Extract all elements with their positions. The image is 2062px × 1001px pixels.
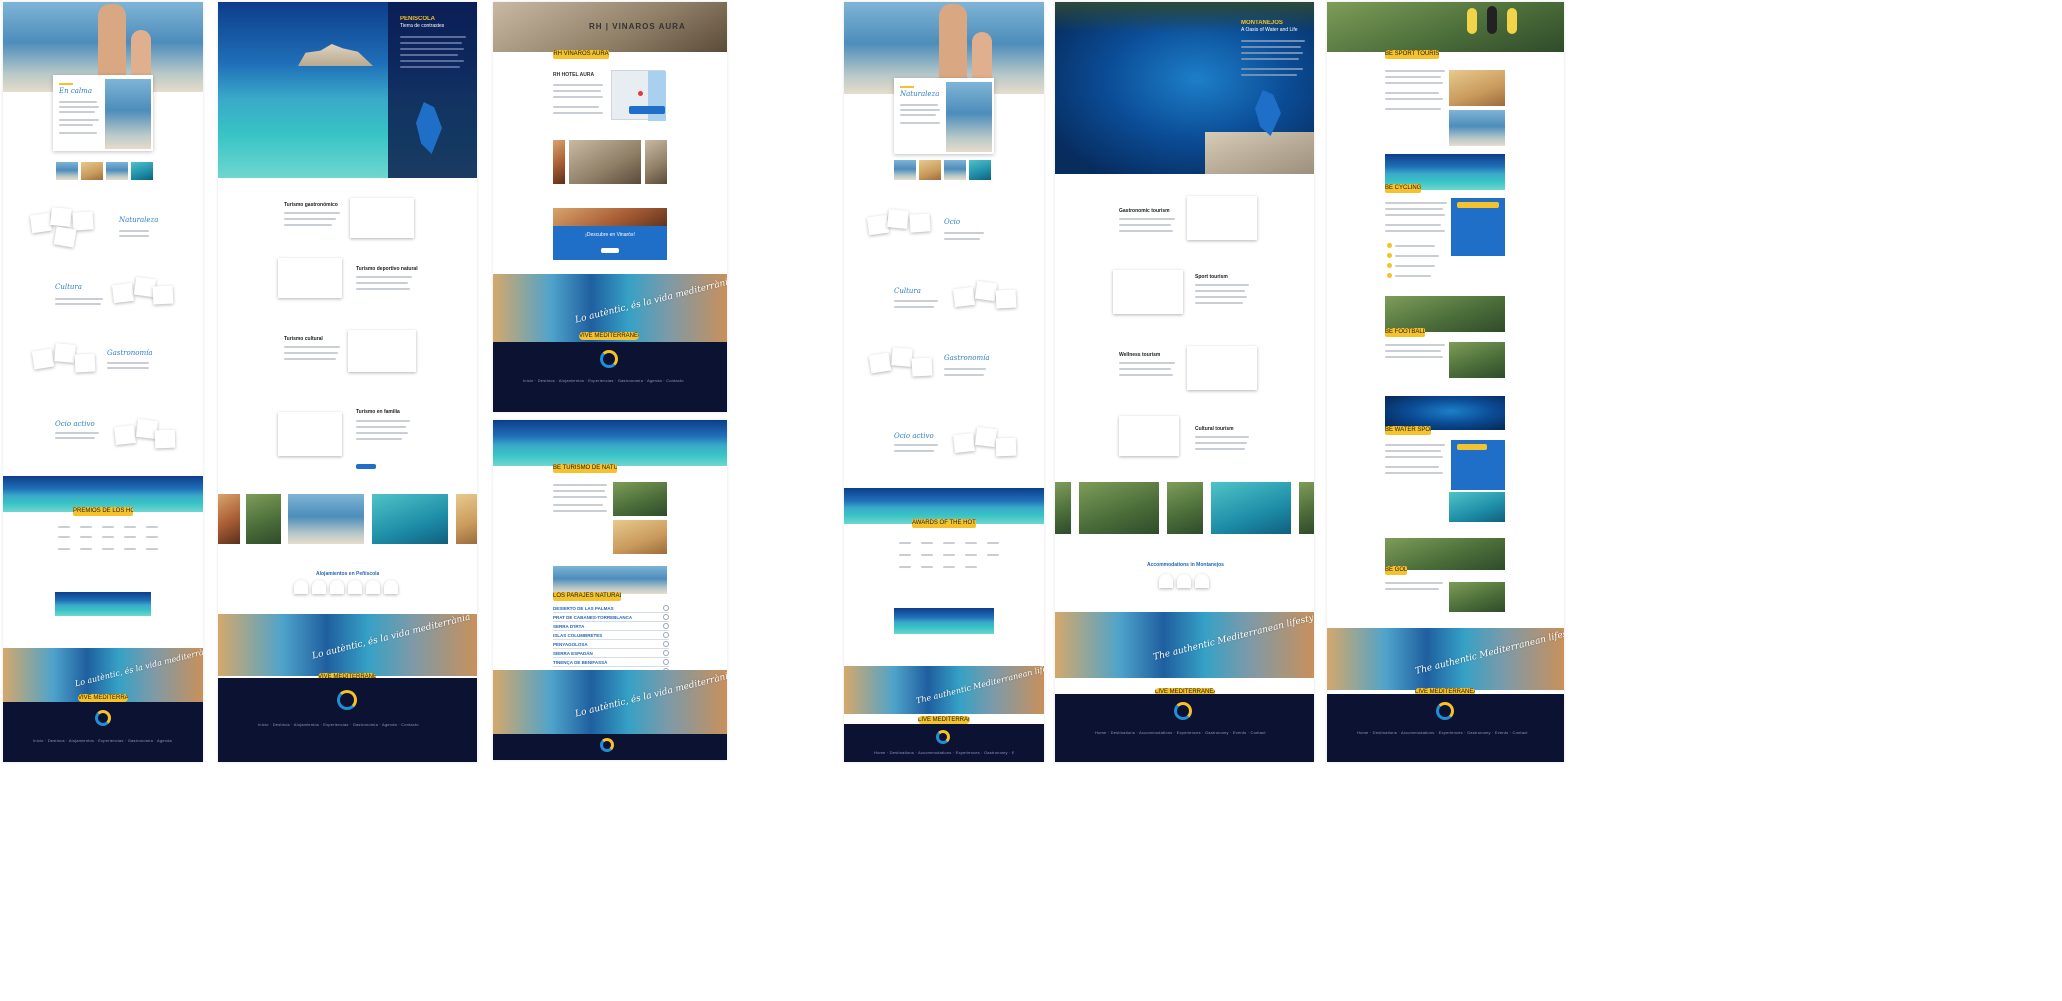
intro-card: En calma (53, 75, 153, 151)
montanejos-title: MONTANEJOS (1241, 20, 1283, 26)
nature-label: BE TURISMO DE NATURALEZA (553, 464, 617, 473)
hotel-banner-button[interactable]: VIVE MEDITERRÁNEO (579, 332, 639, 340)
hotel-sign: RH | VINAROS AURA (589, 22, 686, 31)
page-column-5: Naturaleza Ocio Cultura Gastronomía Ocio… (844, 2, 1044, 762)
page-column-1: En calma Naturaleza Cultura Gastronomía … (3, 2, 203, 762)
pen-culture-heading: Turismo cultural (284, 336, 323, 342)
accordion-row-5[interactable]: PENYAGOLOSA (553, 640, 669, 649)
hotel-label-button[interactable]: RH VINAROS AURA (553, 50, 609, 59)
accordion-row-7[interactable]: TINENÇA DE BENIFASSÀ (553, 658, 669, 667)
page-column-2: PEÑÍSCOLA Tierra de contrastes Turismo g… (218, 2, 477, 762)
mont-gastro-heading: Gastronomic tourism (1119, 208, 1170, 214)
gastro-title: Gastronomía (107, 349, 153, 357)
ebook-box: ¡Descubre en Vinaròs! (553, 226, 667, 260)
pen-sport-heading: Turismo deportivo natural (356, 266, 418, 272)
pen-banner-script: Lo autèntic, és la vida mediterrània (311, 614, 472, 662)
hotel-logo: RH HOTEL AURA (553, 72, 595, 78)
page-column-4: BE TURISMO DE NATURALEZA LOS PARAJES NAT… (493, 420, 727, 760)
page-column-6: MONTANEJOS A Oasis of Water and Life Gas… (1055, 2, 1314, 762)
awards-label: PREMIOS DE LOS HOTELES (73, 507, 133, 516)
sport-cycling-label: BE CYCLING (1385, 184, 1421, 193)
mont-accommodation-heading: Accommodations in Montanejos (1147, 562, 1224, 568)
mont-sport-heading: Sport tourism (1195, 274, 1228, 280)
peniscola-subtitle: Tierra de contrastes (400, 23, 445, 29)
sports-title: Naturaleza (119, 216, 159, 224)
parajes-image (553, 566, 667, 594)
page-column-3: RH | VINAROS AURA RH VINAROS AURA RH HOT… (493, 2, 727, 412)
accordion-row-3[interactable]: SERRA D'IRTA (553, 622, 669, 631)
page-column-7: BE SPORT TOURISM BE CYCLING BE FOOTBALL … (1327, 2, 1564, 762)
footer: Inicio · Destinos · Alojamientos · Exper… (3, 702, 203, 762)
accordion-row-1[interactable]: DESIERTO DE LAS PALMAS (553, 604, 669, 613)
sport-golf-label: BE GOLF (1385, 566, 1407, 575)
hotel-banner-script: Lo autèntic, és la vida mediterrània (574, 276, 727, 326)
intro-title: En calma (59, 87, 92, 95)
accordion-row-4[interactable]: ISLAS COLUMBRETES (553, 631, 669, 640)
accordion-row-2[interactable]: PRAT DE CABANES-TORREBLANCA (553, 613, 669, 622)
active-title: Ocio activo (55, 420, 95, 428)
sport-water-label: BE WATER SPORTS (1385, 426, 1431, 435)
parajes-label: LOS PARAJES NATURALES DE CASTELLÓN (553, 592, 621, 601)
accordion-row-6[interactable]: SIERRA ESPADÁN (553, 649, 669, 658)
banner-script-text: Lo autèntic, és la vida mediterrània (74, 648, 203, 689)
peniscola-title: PEÑÍSCOLA (400, 16, 436, 22)
peniscola-hero-image: PEÑÍSCOLA Tierra de contrastes (218, 2, 477, 178)
montanejos-subtitle: A Oasis of Water and Life (1241, 27, 1298, 33)
sport-football-label: BE FOOTBALL (1385, 328, 1425, 337)
cycling-hero-image (1327, 2, 1564, 52)
water-section-image (1385, 396, 1505, 430)
banner-button[interactable]: VIVE MEDITERRÁNEO (78, 694, 128, 702)
ebook-title: ¡Descubre en Vinaròs! (585, 232, 635, 238)
water-info-box (1451, 440, 1505, 490)
montanejos-hero-image: MONTANEJOS A Oasis of Water and Life (1055, 2, 1314, 174)
screenshot-board: En calma Naturaleza Cultura Gastronomía … (0, 0, 2062, 1001)
sport-top-label: BE SPORT TOURISM (1385, 50, 1439, 59)
culture-title: Cultura (55, 283, 82, 291)
pen-accommodation-heading: Alojamientos en Peñíscola (316, 571, 380, 577)
mont-culture-heading: Cultural tourism (1195, 426, 1234, 432)
pen-gastro-heading: Turismo gastronómico (284, 202, 338, 208)
hotel-facade-image: RH | VINAROS AURA (493, 2, 727, 52)
footer-links: Inicio · Destinos · Alojamientos · Exper… (33, 738, 173, 743)
mont-wellness-heading: Wellness tourism (1119, 352, 1161, 358)
football-section-image (1385, 296, 1505, 332)
cycling-info-box (1451, 198, 1505, 256)
nature-hero-image (493, 420, 727, 466)
pen-family-heading: Turismo en familia (356, 409, 400, 415)
